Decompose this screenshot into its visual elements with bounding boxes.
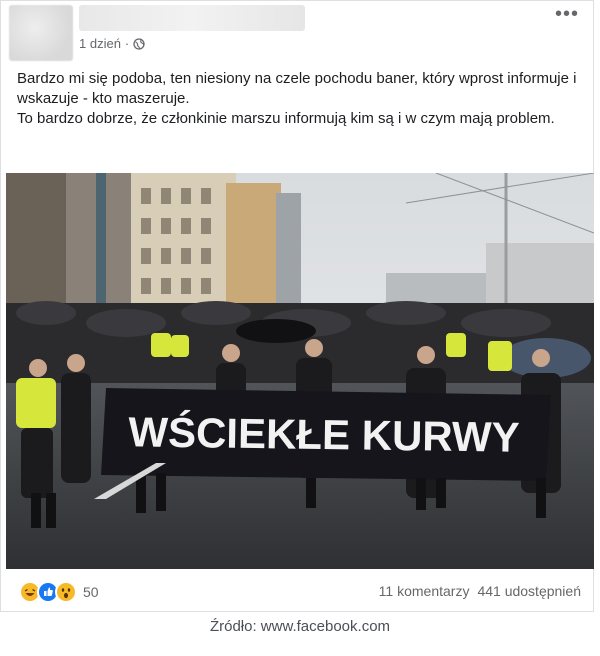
facebook-post: 1 dzień · ••• Bardzo mi się podoba, ten … — [0, 0, 594, 612]
avatar[interactable] — [9, 5, 73, 61]
post-footer: 50 11 komentarzy 441 udostępnień — [1, 569, 595, 613]
post-text-line-2: To bardzo dobrze, że członkinie marszu i… — [17, 110, 555, 127]
comments-count[interactable]: 11 komentarzy — [379, 583, 470, 599]
post-time[interactable]: 1 dzień — [79, 36, 121, 51]
meta-separator: · — [124, 36, 130, 51]
reaction-count[interactable]: 50 — [83, 584, 99, 600]
post-text: Bardzo mi się podoba, ten niesiony na cz… — [17, 69, 577, 129]
wow-icon — [55, 581, 77, 603]
source-caption: Źródło: www.facebook.com — [209, 618, 391, 635]
post-meta: 1 dzień · — [79, 36, 145, 51]
banner-text: WŚCIEKŁE KURWY — [128, 407, 520, 460]
reactions-summary[interactable]: 50 — [19, 581, 99, 603]
engagement-counts: 11 komentarzy 441 udostępnień — [379, 583, 581, 599]
post-text-line-1: Bardzo mi się podoba, ten niesiony na cz… — [17, 70, 577, 107]
more-options-icon[interactable]: ••• — [555, 4, 579, 24]
post-photo[interactable]: WŚCIEKŁE KURWY — [6, 173, 594, 569]
globe-icon — [133, 37, 145, 50]
author-name-blurred[interactable] — [79, 5, 305, 31]
shares-count[interactable]: 441 udostępnień — [477, 583, 581, 599]
